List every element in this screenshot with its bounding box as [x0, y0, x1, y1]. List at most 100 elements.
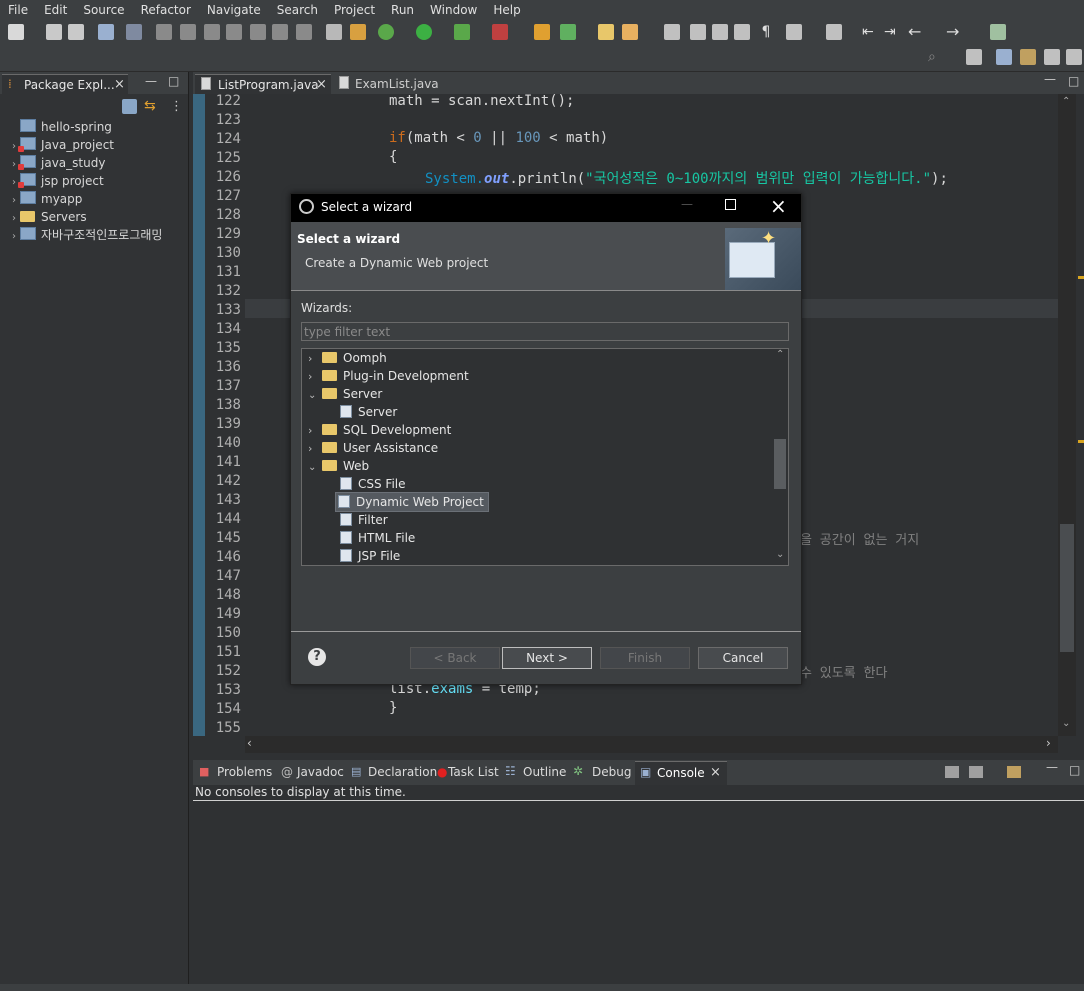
- close-icon[interactable]: ×: [114, 77, 125, 92]
- coverage-icon[interactable]: [454, 24, 470, 40]
- forward-icon[interactable]: →: [946, 24, 962, 40]
- maximize-icon[interactable]: □: [1069, 763, 1080, 777]
- minimize-icon[interactable]: —: [681, 197, 693, 211]
- word-wrap-icon[interactable]: [712, 24, 728, 40]
- use-step-filters-icon[interactable]: [326, 24, 342, 40]
- last-edit-icon[interactable]: ⇤: [862, 24, 878, 40]
- wizard-tree-item[interactable]: HTML File: [340, 529, 415, 547]
- open-console-icon[interactable]: [1007, 766, 1021, 778]
- wizard-tree-item[interactable]: CSS File: [340, 475, 406, 493]
- editor-horizontal-scrollbar[interactable]: ‹ ›: [245, 736, 1058, 753]
- tab-problems[interactable]: Problems: [217, 765, 272, 779]
- new-java-package-icon[interactable]: [534, 24, 550, 40]
- close-icon[interactable]: ×: [316, 77, 327, 92]
- overview-marker[interactable]: [1078, 276, 1084, 279]
- maximize-icon[interactable]: [725, 199, 736, 210]
- menu-run[interactable]: Run: [383, 0, 422, 19]
- next-button[interactable]: Next >: [502, 647, 592, 669]
- wizard-tree-item[interactable]: › SQL Development: [308, 421, 451, 439]
- scroll-down-icon[interactable]: ⌄: [1062, 718, 1070, 729]
- tab-listprogram[interactable]: ListProgram.java ×: [195, 74, 331, 95]
- save-icon[interactable]: [46, 24, 62, 40]
- open-type-icon[interactable]: [598, 24, 614, 40]
- tree-item-project[interactable]: › Servers: [8, 208, 87, 226]
- save-all-icon[interactable]: [68, 24, 84, 40]
- git-perspective-icon[interactable]: [1066, 49, 1082, 65]
- cancel-button[interactable]: Cancel: [698, 647, 788, 669]
- new-java-class-icon[interactable]: [560, 24, 576, 40]
- tab-declaration[interactable]: Declaration: [368, 765, 437, 779]
- suspend-icon[interactable]: [180, 24, 196, 40]
- drop-to-frame-icon[interactable]: [350, 24, 366, 40]
- tree-item-project[interactable]: › Java_project: [8, 136, 114, 154]
- wizard-tree-item[interactable]: Filter: [340, 511, 388, 529]
- tree-item-project[interactable]: › jsp project: [8, 172, 104, 190]
- window-icon[interactable]: [98, 24, 114, 40]
- finish-button[interactable]: Finish: [600, 647, 690, 669]
- collapse-all-icon[interactable]: [122, 99, 137, 114]
- wizard-tree-item[interactable]: Server: [340, 403, 397, 421]
- menu-file[interactable]: File: [0, 0, 36, 19]
- search-tool-icon[interactable]: [622, 24, 638, 40]
- close-icon[interactable]: ×: [770, 195, 787, 217]
- back-icon[interactable]: ←: [908, 24, 924, 40]
- menu-refactor[interactable]: Refactor: [133, 0, 199, 19]
- step-return-icon[interactable]: [296, 24, 312, 40]
- debug-icon[interactable]: [378, 24, 394, 40]
- tree-scrollbar[interactable]: ⌃ ⌄: [772, 349, 788, 565]
- forward-edit-icon[interactable]: ⇥: [884, 24, 900, 40]
- tab-examlist[interactable]: ExamList.java: [335, 74, 445, 94]
- wizard-tree-item[interactable]: › User Assistance: [308, 439, 438, 457]
- run-icon[interactable]: [416, 24, 432, 40]
- view-menu-icon[interactable]: ⋮: [170, 99, 183, 114]
- toggle-mark-occurrences-icon[interactable]: [690, 24, 706, 40]
- minimize-icon[interactable]: —: [1046, 760, 1058, 774]
- tab-console[interactable]: ▣ Console ×: [635, 761, 727, 786]
- previous-annotation-icon[interactable]: [826, 24, 842, 40]
- new-icon[interactable]: [8, 24, 24, 40]
- filter-input[interactable]: type filter text: [301, 322, 789, 341]
- step-into-icon[interactable]: [250, 24, 266, 40]
- tree-item-project[interactable]: › java_study: [8, 154, 105, 172]
- tree-item-project[interactable]: › myapp: [8, 190, 82, 208]
- toggle-annotation-icon[interactable]: [664, 24, 680, 40]
- menu-edit[interactable]: Edit: [36, 0, 75, 19]
- menu-window[interactable]: Window: [422, 0, 485, 19]
- minimize-icon[interactable]: —: [1044, 72, 1056, 86]
- java-perspective-icon[interactable]: [1020, 49, 1036, 65]
- scrollbar-thumb[interactable]: [1060, 524, 1074, 652]
- scrollbar-thumb[interactable]: [774, 439, 786, 489]
- debug-perspective-icon[interactable]: [1044, 49, 1060, 65]
- menu-project[interactable]: Project: [326, 0, 383, 19]
- minimize-icon[interactable]: —: [145, 74, 157, 88]
- skip-breakpoints-icon[interactable]: [126, 24, 142, 40]
- wizard-tree-item[interactable]: › Plug-in Development: [308, 367, 469, 385]
- editor-vertical-scrollbar[interactable]: ⌃ ⌄: [1058, 94, 1076, 736]
- scroll-down-icon[interactable]: ⌄: [776, 549, 784, 560]
- java-ee-perspective-icon[interactable]: [996, 49, 1012, 65]
- scroll-left-icon[interactable]: ‹: [247, 736, 252, 750]
- wizard-tree-item[interactable]: ⌄ Server: [308, 385, 382, 403]
- block-selection-icon[interactable]: [734, 24, 750, 40]
- tree-item-project[interactable]: hello-spring: [8, 118, 112, 136]
- menu-help[interactable]: Help: [485, 0, 528, 19]
- open-perspective-icon[interactable]: [966, 49, 982, 65]
- wizard-tree-item-selected[interactable]: Dynamic Web Project: [335, 492, 489, 512]
- tab-task-list[interactable]: Task List: [448, 765, 499, 779]
- wizard-tree-item[interactable]: › Oomph: [308, 349, 387, 367]
- wizard-tree[interactable]: › Oomph › Plug-in Development ⌄ Server Serv…: [301, 348, 789, 566]
- disconnect-icon[interactable]: [226, 24, 242, 40]
- scroll-up-icon[interactable]: ⌃: [1062, 96, 1070, 107]
- resume-icon[interactable]: [156, 24, 172, 40]
- tab-outline[interactable]: Outline: [523, 765, 566, 779]
- back-button[interactable]: < Back: [410, 647, 500, 669]
- menu-source[interactable]: Source: [75, 0, 132, 19]
- pin-console-icon[interactable]: [945, 766, 959, 778]
- external-tools-icon[interactable]: [492, 24, 508, 40]
- maximize-icon[interactable]: □: [1068, 74, 1079, 88]
- show-whitespace-icon[interactable]: ¶: [758, 24, 774, 40]
- link-with-editor-icon[interactable]: ⇆: [144, 99, 160, 114]
- expand-arrow-icon[interactable]: ›: [8, 228, 20, 246]
- wizard-tree-item[interactable]: ⌄ Web: [308, 457, 369, 475]
- tab-package-explorer[interactable]: ⁞ Package Expl... ×: [2, 74, 128, 95]
